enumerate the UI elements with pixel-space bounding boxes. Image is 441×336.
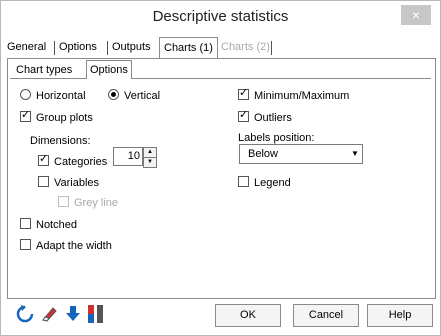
reset-icon[interactable] — [15, 304, 35, 324]
notched-label: Notched — [36, 219, 77, 231]
grey-line-box — [58, 196, 69, 207]
tab-general[interactable]: General — [7, 39, 46, 56]
legend-box[interactable] — [238, 176, 249, 187]
subtab-options[interactable]: Options — [86, 60, 132, 79]
minmax-box[interactable]: ✓ — [238, 87, 249, 100]
tab-separator — [271, 41, 272, 55]
spin-up-icon[interactable]: ▲ — [144, 148, 156, 158]
close-button[interactable]: × — [401, 5, 431, 25]
variables-label: Variables — [54, 177, 100, 189]
categories-checkbox[interactable]: ✓ Categories — [38, 153, 108, 169]
radio-vertical-label: Vertical — [124, 90, 161, 102]
tab-charts-1[interactable]: Charts (1) — [159, 37, 218, 58]
categories-box[interactable]: ✓ — [38, 153, 49, 166]
categories-label: Categories — [54, 156, 108, 168]
group-plots-box[interactable]: ✓ — [20, 109, 31, 122]
labels-position-select[interactable]: Below ▼ — [239, 144, 363, 164]
dialog-window: Descriptive statistics × General Options… — [0, 0, 441, 336]
bottom-bar: OK Cancel Help — [7, 301, 434, 331]
cancel-button[interactable]: Cancel — [293, 304, 359, 327]
minmax-checkbox[interactable]: ✓ Minimum/Maximum — [238, 87, 350, 103]
group-plots-checkbox[interactable]: ✓ Group plots — [20, 109, 93, 125]
checkmark-icon: ✓ — [239, 109, 249, 121]
outliers-label: Outliers — [254, 112, 292, 124]
tab-outputs[interactable]: Outputs — [112, 39, 151, 56]
radio-vertical-circle[interactable] — [108, 89, 119, 100]
dimensions-label: Dimensions: — [30, 135, 91, 147]
legend-label: Legend — [254, 177, 291, 189]
dropdown-arrow-icon[interactable]: ▼ — [348, 145, 362, 163]
group-plots-label: Group plots — [36, 112, 93, 124]
tab-separator — [54, 41, 55, 55]
outliers-box[interactable]: ✓ — [238, 109, 249, 122]
checkmark-icon: ✓ — [239, 87, 249, 99]
spin-down-icon[interactable]: ▼ — [144, 158, 156, 167]
radio-vertical[interactable]: Vertical — [108, 89, 160, 103]
help-button[interactable]: Help — [367, 304, 433, 327]
tab-separator — [107, 41, 108, 55]
labels-position-value: Below — [248, 148, 278, 160]
notched-box[interactable] — [20, 218, 31, 229]
download-arrow-icon[interactable] — [63, 304, 83, 324]
variables-box[interactable] — [38, 176, 49, 187]
radio-horizontal-label: Horizontal — [36, 90, 86, 102]
title-bar: Descriptive statistics × — [1, 1, 440, 33]
adapt-width-label: Adapt the width — [36, 240, 112, 252]
checkmark-icon: ✓ — [21, 109, 31, 121]
ok-button[interactable]: OK — [215, 304, 281, 327]
window-title: Descriptive statistics — [152, 8, 289, 25]
chart-bars-icon[interactable] — [87, 304, 111, 324]
charts-panel: Chart types Options Horizontal Vertical … — [7, 58, 436, 299]
tab-charts-2: Charts (2) — [221, 41, 270, 53]
tab-options[interactable]: Options — [59, 39, 97, 56]
minmax-label: Minimum/Maximum — [254, 90, 350, 102]
dimensions-input[interactable]: 10 — [113, 147, 143, 166]
legend-checkbox[interactable]: Legend — [238, 176, 291, 190]
adapt-width-checkbox[interactable]: Adapt the width — [20, 239, 112, 253]
subtab-chart-types[interactable]: Chart types — [16, 62, 72, 78]
grey-line-checkbox: Grey line — [58, 196, 118, 210]
subtab-divider — [10, 78, 431, 79]
outliers-checkbox[interactable]: ✓ Outliers — [238, 109, 292, 125]
eraser-icon[interactable] — [39, 304, 59, 324]
radio-horizontal-circle[interactable] — [20, 89, 31, 100]
adapt-width-box[interactable] — [20, 239, 31, 250]
dimensions-stepper: ▲ ▼ — [143, 147, 157, 168]
variables-checkbox[interactable]: Variables — [38, 176, 99, 190]
grey-line-label: Grey line — [74, 197, 119, 209]
radio-selected-dot — [111, 92, 116, 97]
radio-horizontal[interactable]: Horizontal — [20, 89, 86, 103]
checkmark-icon: ✓ — [39, 153, 49, 165]
notched-checkbox[interactable]: Notched — [20, 218, 77, 232]
